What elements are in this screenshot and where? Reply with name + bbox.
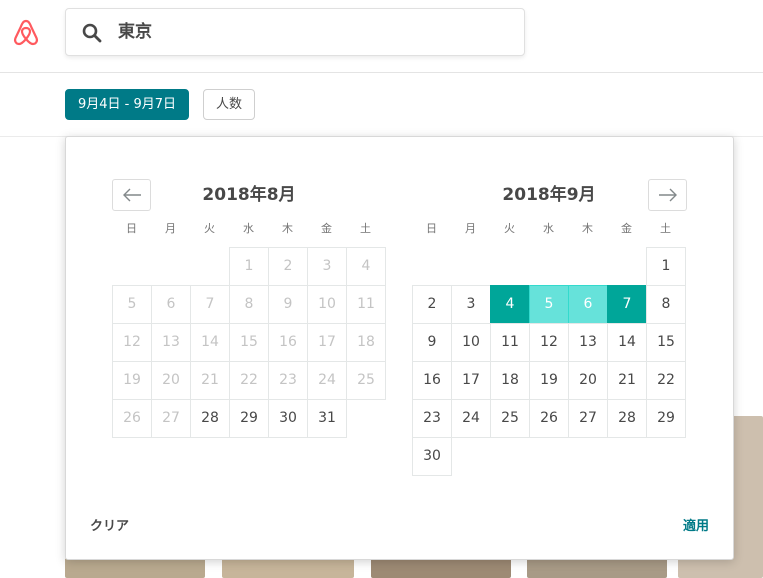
calendar-day: 24 [307, 361, 347, 400]
dates-filter-button[interactable]: 9月4日 - 9月7日 [65, 89, 190, 120]
calendar-day[interactable]: 25 [490, 399, 530, 438]
calendar-day[interactable]: 22 [646, 361, 686, 400]
clear-button[interactable]: クリア [90, 519, 129, 535]
weekday-label: 木 [582, 222, 593, 235]
calendar-day: 5 [112, 285, 152, 324]
calendar-day[interactable]: 27 [568, 399, 608, 438]
calendar-day: 13 [151, 323, 191, 362]
search-box[interactable]: 東京 [65, 8, 525, 56]
weekday-label: 日 [426, 222, 437, 235]
month-title: 2018年9月 [502, 185, 596, 205]
weekday-label: 金 [621, 222, 632, 235]
calendar-day[interactable]: 5 [529, 285, 569, 324]
calendar-day[interactable]: 1 [646, 247, 686, 286]
listing-photo [371, 558, 511, 578]
calendar-day: 6 [151, 285, 191, 324]
calendar-day: 4 [346, 247, 386, 286]
calendar-day[interactable]: 3 [451, 285, 491, 324]
calendar-day[interactable]: 31 [307, 399, 347, 438]
calendar-day[interactable]: 29 [229, 399, 269, 438]
calendar-day[interactable]: 13 [568, 323, 608, 362]
calendar-day[interactable]: 17 [451, 361, 491, 400]
calendar-day[interactable]: 28 [190, 399, 230, 438]
weekday-label: 火 [204, 222, 215, 235]
calendar-day[interactable]: 6 [568, 285, 608, 324]
calendar-day: 12 [112, 323, 152, 362]
calendar-day: 23 [268, 361, 308, 400]
weekday-label: 火 [504, 222, 515, 235]
weekday-label: 金 [321, 222, 332, 235]
calendar-day[interactable]: 30 [268, 399, 308, 438]
apply-button[interactable]: 適用 [683, 519, 709, 535]
calendar-day: 3 [307, 247, 347, 286]
calendar-day: 15 [229, 323, 269, 362]
weekday-header: 日 月 火 水 木 金 土 [412, 221, 686, 237]
calendar-day: 26 [112, 399, 152, 438]
calendar-day[interactable]: 30 [412, 437, 452, 476]
calendar-day: 22 [229, 361, 269, 400]
calendar-day[interactable]: 15 [646, 323, 686, 362]
calendar-day: 19 [112, 361, 152, 400]
search-icon [82, 23, 102, 43]
calendar-day[interactable]: 8 [646, 285, 686, 324]
calendar-day: 20 [151, 361, 191, 400]
calendar-day: 27 [151, 399, 191, 438]
calendar-day[interactable]: 16 [412, 361, 452, 400]
weekday-label: 土 [360, 222, 371, 235]
calendar-day[interactable]: 12 [529, 323, 569, 362]
calendar-day[interactable]: 20 [568, 361, 608, 400]
calendar-day[interactable]: 11 [490, 323, 530, 362]
weekday-header: 日 月 火 水 木 金 土 [112, 221, 386, 237]
weekday-label: 水 [243, 222, 254, 235]
calendar-day: 11 [346, 285, 386, 324]
weekday-label: 月 [465, 222, 476, 235]
listing-photo [65, 558, 205, 578]
calendar-day: 7 [190, 285, 230, 324]
calendar-day[interactable]: 2 [412, 285, 452, 324]
month-title: 2018年8月 [202, 185, 296, 205]
guests-filter-button[interactable]: 人数 [203, 89, 256, 120]
weekday-label: 月 [165, 222, 176, 235]
weekday-label: 木 [282, 222, 293, 235]
header: 東京 [0, 0, 763, 73]
listing-photo [222, 558, 354, 578]
calendar-day: 9 [268, 285, 308, 324]
calendar-day: 14 [190, 323, 230, 362]
search-input[interactable]: 東京 [118, 21, 152, 43]
calendar-day[interactable]: 4 [490, 285, 530, 324]
airbnb-logo-icon[interactable] [10, 16, 42, 48]
weekday-label: 土 [660, 222, 671, 235]
calendar-day[interactable]: 21 [607, 361, 647, 400]
calendar-day[interactable]: 24 [451, 399, 491, 438]
date-picker-panel: 2018年8月 日 月 火 水 木 金 土 1 2 3 4 5 6 7 8 9 10 11 12 13 1… [65, 136, 734, 560]
listing-photo [527, 558, 667, 578]
calendar-day[interactable]: 18 [490, 361, 530, 400]
weekday-label: 日 [126, 222, 137, 235]
calendar-day: 25 [346, 361, 386, 400]
day-grid: 1 2 3 4 5 6 7 8 9 10 11 12 13 14 15 16 17 18 19 20 21 22 23 24 2… [412, 247, 686, 476]
calendar-day: 8 [229, 285, 269, 324]
calendar-day[interactable]: 26 [529, 399, 569, 438]
calendar-day[interactable]: 23 [412, 399, 452, 438]
calendar-day[interactable]: 10 [451, 323, 491, 362]
weekday-label: 水 [543, 222, 554, 235]
day-grid: 1 2 3 4 5 6 7 8 9 10 11 12 13 14 15 16 17 18 19 20 21 22 23 24 2… [112, 247, 386, 475]
calendar-day[interactable]: 28 [607, 399, 647, 438]
calendar-day: 17 [307, 323, 347, 362]
calendar-day: 18 [346, 323, 386, 362]
calendar-day[interactable]: 29 [646, 399, 686, 438]
calendar-day[interactable]: 19 [529, 361, 569, 400]
calendar-day: 2 [268, 247, 308, 286]
calendar-day: 1 [229, 247, 269, 286]
calendar-day[interactable]: 9 [412, 323, 452, 362]
calendar-day: 16 [268, 323, 308, 362]
calendar-day: 10 [307, 285, 347, 324]
month-september: 2018年9月 日 月 火 水 木 金 土 1 2 3 4 5 6 7 8 9 10 11 12 13 1… [412, 179, 686, 476]
calendar-day: 21 [190, 361, 230, 400]
month-august: 2018年8月 日 月 火 水 木 金 土 1 2 3 4 5 6 7 8 9 10 11 12 13 1… [112, 179, 386, 475]
calendar-day[interactable]: 7 [607, 285, 647, 324]
calendar-day[interactable]: 14 [607, 323, 647, 362]
filter-bar: 9月4日 - 9月7日 人数 [0, 73, 763, 137]
